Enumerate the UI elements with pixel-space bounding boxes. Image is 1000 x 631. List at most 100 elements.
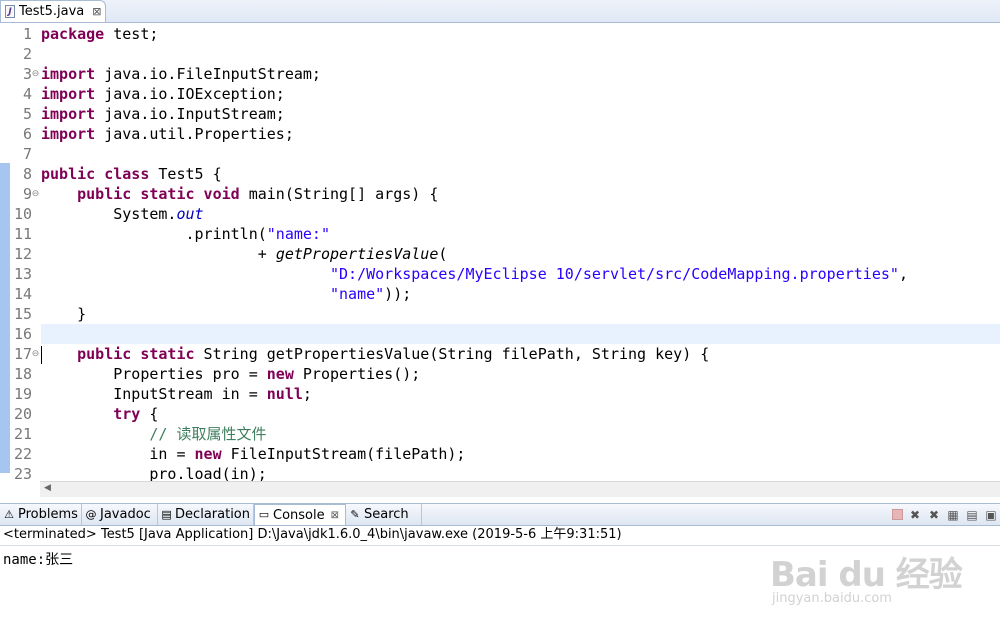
line-number: 12: [13, 245, 32, 263]
code-line[interactable]: import java.io.InputStream;: [41, 104, 1000, 124]
tab-declaration[interactable]: ▤ Declaration: [158, 504, 254, 525]
code-token: ,: [898, 265, 908, 283]
terminate-icon[interactable]: [892, 509, 903, 520]
keyword: try: [113, 405, 141, 423]
close-icon[interactable]: ⊠: [92, 5, 101, 18]
horizontal-scrollbar[interactable]: ◀: [40, 481, 1000, 497]
keyword: null: [266, 385, 303, 403]
code-line[interactable]: "D:/Workspaces/MyEclipse 10/servlet/src/…: [41, 264, 1000, 284]
console-output-line: name:张三: [3, 552, 74, 568]
code-token: test;: [104, 25, 159, 43]
code-line[interactable]: }: [41, 304, 1000, 324]
change-marker: [0, 163, 10, 473]
keyword: import: [41, 105, 96, 123]
fold-toggle-icon[interactable]: ⊖: [31, 350, 40, 359]
line-number: 20: [13, 405, 32, 423]
method-call: getPropertiesValue: [275, 245, 439, 263]
code-line[interactable]: // 读取属性文件: [41, 424, 1000, 444]
code-token: java.io.InputStream;: [95, 105, 285, 123]
code-line[interactable]: import java.io.IOException;: [41, 84, 1000, 104]
tab-javadoc[interactable]: @ Javadoc: [82, 504, 158, 525]
editor-tab-test5[interactable]: J Test5.java ⊠: [0, 0, 106, 22]
code-token: System.: [41, 205, 177, 223]
code-token: Test5 {: [149, 165, 222, 183]
line-number: 11: [13, 225, 32, 243]
field-ref: out: [176, 205, 204, 223]
tab-label: Javadoc: [100, 507, 151, 522]
line-number: 4: [22, 85, 32, 103]
line-number: 21: [13, 425, 32, 443]
code-area[interactable]: package test; import java.io.FileInputStr…: [41, 23, 1000, 481]
code-token: }: [41, 305, 87, 323]
keyword: package: [41, 25, 105, 43]
remove-all-icon[interactable]: ✖: [927, 508, 941, 522]
clear-console-icon[interactable]: ▦: [946, 508, 960, 522]
console-icon: ▭: [258, 508, 270, 521]
code-line[interactable]: + getPropertiesValue(: [41, 244, 1000, 264]
tab-label: Declaration: [175, 507, 250, 522]
console-output[interactable]: name:张三: [0, 545, 1000, 631]
line-number: 16: [13, 325, 32, 343]
fold-toggle-icon[interactable]: ⊖: [31, 70, 40, 79]
keyword: public class: [41, 165, 150, 183]
current-code-line[interactable]: [41, 324, 1000, 344]
fold-toggle-icon[interactable]: ⊖: [31, 190, 40, 199]
code-line[interactable]: public class Test5 {: [41, 164, 1000, 184]
line-number: 8: [22, 165, 32, 183]
code-line[interactable]: [41, 144, 1000, 164]
code-line[interactable]: try {: [41, 404, 1000, 424]
scroll-lock-icon[interactable]: ▤: [965, 508, 979, 522]
overview-ruler: [0, 23, 10, 481]
tab-console[interactable]: ▭ Console ⊠: [254, 504, 346, 525]
code-token: ;: [302, 385, 312, 403]
string-literal: "name": [329, 285, 385, 303]
code-line[interactable]: "name"));: [41, 284, 1000, 304]
console-status: <terminated> Test5 [Java Application] D:…: [0, 526, 1000, 544]
code-line[interactable]: InputStream in = null;: [41, 384, 1000, 404]
keyword: import: [41, 85, 96, 103]
code-token: java.io.FileInputStream;: [95, 65, 321, 83]
view-tab-bar: ✖ ✖ ▦ ▤ ▣ ⚠ Problems @ Javadoc ▤ Declaration ▭ Cons…: [0, 503, 1000, 526]
string-literal: "D:/Workspaces/MyEclipse 10/servlet/src/…: [329, 265, 899, 283]
code-token: +: [41, 245, 276, 263]
code-line[interactable]: public static String getPropertiesValue(…: [41, 344, 1000, 364]
code-line[interactable]: in = new FileInputStream(filePath);: [41, 444, 1000, 464]
code-line[interactable]: package test;: [41, 24, 1000, 44]
code-token: {: [140, 405, 159, 423]
code-line[interactable]: public static void main(String[] args) {: [41, 184, 1000, 204]
code-token: java.io.IOException;: [95, 85, 285, 103]
code-token: main(String[] args) {: [239, 185, 439, 203]
code-line[interactable]: System.out: [41, 204, 1000, 224]
scroll-left-icon[interactable]: ◀: [44, 483, 51, 493]
remove-launch-icon[interactable]: ✖: [908, 508, 922, 522]
code-line[interactable]: [41, 44, 1000, 64]
editor-tab-bar: J Test5.java ⊠: [0, 0, 1000, 23]
code-token: ));: [384, 285, 412, 303]
keyword: public static void: [77, 185, 240, 203]
code-line[interactable]: import java.util.Properties;: [41, 124, 1000, 144]
line-number: 18: [13, 365, 32, 383]
line-number: 9: [22, 185, 32, 203]
code-token: InputStream in =: [41, 385, 267, 403]
code-token: java.util.Properties;: [95, 125, 294, 143]
line-number: 5: [22, 105, 32, 123]
code-line[interactable]: .println("name:": [41, 224, 1000, 244]
line-number: 15: [13, 305, 32, 323]
close-icon[interactable]: ⊠: [331, 510, 339, 521]
line-number: 3: [22, 65, 32, 83]
tab-problems[interactable]: ⚠ Problems: [0, 504, 82, 525]
code-editor[interactable]: 1 2 3 ⊖ 4 5 6 7 8 9 ⊖ 10 11 12 13 14 15 16 17 ⊖ 18 19 20 21 22 23…: [0, 23, 1000, 481]
pin-console-icon[interactable]: ▣: [984, 508, 998, 522]
code-line[interactable]: import java.io.FileInputStream;: [41, 64, 1000, 84]
tab-search[interactable]: ✎ Search: [346, 504, 422, 525]
search-icon: ✎: [350, 507, 360, 521]
code-line[interactable]: pro.load(in);: [41, 464, 1000, 481]
code-line[interactable]: Properties pro = new Properties();: [41, 364, 1000, 384]
line-number: 2: [22, 45, 32, 63]
line-number: 1: [22, 25, 32, 43]
